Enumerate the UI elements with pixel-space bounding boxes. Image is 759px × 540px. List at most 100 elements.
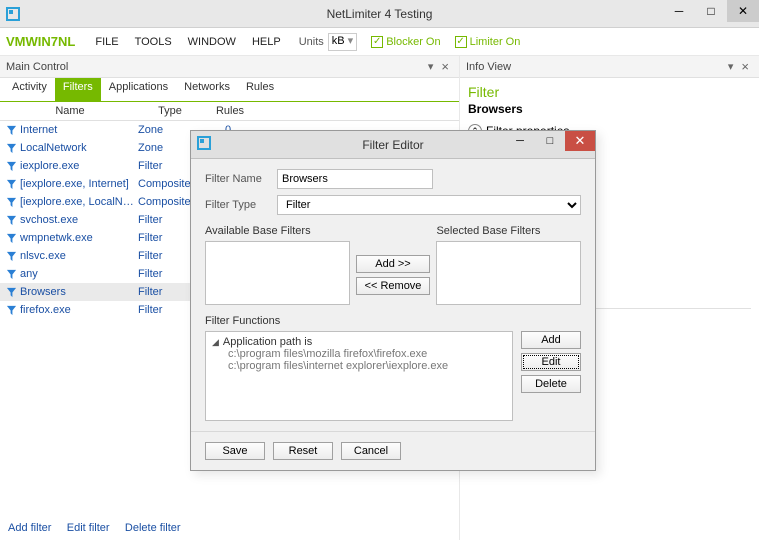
cancel-button[interactable]: Cancel <box>341 442 401 460</box>
row-type: Zone <box>138 142 198 154</box>
row-name: [iexplore.exe, Internet] <box>18 178 138 190</box>
funnel-icon <box>4 160 18 172</box>
filter-editor-dialog: Filter Editor ─ □ ✕ Filter Name Filter T… <box>190 130 596 471</box>
pane-header: Info View ▾ × <box>460 56 759 78</box>
funnel-icon <box>4 286 18 298</box>
triangle-icon: ◢ <box>212 337 219 348</box>
app-icon <box>6 7 20 21</box>
pane-title: Info View <box>466 61 511 73</box>
row-name: nlsvc.exe <box>18 250 138 262</box>
tab-networks[interactable]: Networks <box>176 78 238 101</box>
row-type: Filter <box>138 250 198 262</box>
funnel-icon <box>4 142 18 154</box>
close-pane-icon[interactable]: × <box>737 59 753 74</box>
edit-function-button[interactable]: Edit <box>521 353 581 371</box>
tree-path[interactable]: c:\program files\mozilla firefox\firefox… <box>212 348 506 360</box>
tab-strip: Activity Filters Applications Networks R… <box>0 78 459 102</box>
pin-icon[interactable]: ▾ <box>424 60 438 73</box>
dialog-titlebar[interactable]: Filter Editor ─ □ ✕ <box>191 131 595 159</box>
col-type[interactable]: Type <box>140 102 200 120</box>
minimize-button[interactable]: ─ <box>663 0 695 22</box>
maximize-button[interactable]: □ <box>695 0 727 22</box>
filter-name-label: Filter Name <box>205 173 277 185</box>
filter-functions-tree[interactable]: ◢Application path is c:\program files\mo… <box>205 331 513 421</box>
row-name: LocalNetwork <box>18 142 138 154</box>
tree-node[interactable]: ◢Application path is <box>212 336 506 348</box>
funnel-icon <box>4 196 18 208</box>
funnel-icon <box>4 304 18 316</box>
add-function-button[interactable]: Add <box>521 331 581 349</box>
delete-function-button[interactable]: Delete <box>521 375 581 393</box>
tab-filters[interactable]: Filters <box>55 78 101 101</box>
funnel-icon <box>4 178 18 190</box>
selected-filters-label: Selected Base Filters <box>436 225 581 237</box>
row-type: Filter <box>138 304 198 316</box>
grid-header: Name Type Rules <box>0 102 459 121</box>
close-pane-icon[interactable]: × <box>437 59 453 74</box>
info-heading: Filter <box>460 78 759 102</box>
blocker-toggle[interactable]: Blocker On <box>371 36 440 48</box>
row-name: [iexplore.exe, LocalNet… <box>18 196 138 208</box>
selected-filters-list[interactable] <box>436 241 581 305</box>
limiter-toggle[interactable]: Limiter On <box>455 36 521 48</box>
row-type: Filter <box>138 268 198 280</box>
row-type: Filter <box>138 214 198 226</box>
window-title: NetLimiter 4 Testing <box>327 7 433 21</box>
available-filters-list[interactable] <box>205 241 350 305</box>
units-select[interactable]: kB ▾ <box>328 33 357 51</box>
add-filter-link[interactable]: Add filter <box>8 522 51 534</box>
row-type: Zone <box>138 124 198 136</box>
row-name: iexplore.exe <box>18 160 138 172</box>
checkbox-icon <box>371 36 383 48</box>
footer-actions: Add filter Edit filter Delete filter <box>0 514 459 540</box>
row-name: any <box>18 268 138 280</box>
maximize-button[interactable]: □ <box>535 131 565 151</box>
tab-activity[interactable]: Activity <box>4 78 55 101</box>
funnel-icon <box>4 268 18 280</box>
row-name: svchost.exe <box>18 214 138 226</box>
available-filters-label: Available Base Filters <box>205 225 350 237</box>
funnel-icon <box>4 214 18 226</box>
save-button[interactable]: Save <box>205 442 265 460</box>
filter-name-input[interactable] <box>277 169 433 189</box>
row-name: Browsers <box>18 286 138 298</box>
col-name[interactable]: Name <box>0 102 140 120</box>
funnel-icon <box>4 250 18 262</box>
edit-filter-link[interactable]: Edit filter <box>67 522 110 534</box>
filter-type-select[interactable]: Filter <box>277 195 581 215</box>
row-type: Composite <box>138 196 198 208</box>
row-type: Composite <box>138 178 198 190</box>
menu-tools[interactable]: TOOLS <box>129 34 178 50</box>
filter-functions-label: Filter Functions <box>205 315 581 327</box>
row-name: Internet <box>18 124 138 136</box>
funnel-icon <box>4 232 18 244</box>
tab-applications[interactable]: Applications <box>101 78 176 101</box>
minimize-button[interactable]: ─ <box>505 131 535 151</box>
tab-rules[interactable]: Rules <box>238 78 282 101</box>
menu-window[interactable]: WINDOW <box>182 34 242 50</box>
row-type: Filter <box>138 160 198 172</box>
pane-title: Main Control <box>6 61 68 73</box>
row-type: Filter <box>138 286 198 298</box>
row-name: wmpnetwk.exe <box>18 232 138 244</box>
funnel-icon <box>4 124 18 136</box>
titlebar: NetLimiter 4 Testing ─ □ ✕ <box>0 0 759 28</box>
app-icon <box>197 136 211 153</box>
remove-base-button[interactable]: << Remove <box>356 277 431 295</box>
pane-header: Main Control ▾ × <box>0 56 459 78</box>
host-label: VMWIN7NL <box>6 34 75 49</box>
pin-icon[interactable]: ▾ <box>724 60 738 73</box>
reset-button[interactable]: Reset <box>273 442 333 460</box>
row-type: Filter <box>138 232 198 244</box>
delete-filter-link[interactable]: Delete filter <box>125 522 181 534</box>
close-button[interactable]: ✕ <box>565 131 595 151</box>
col-rules[interactable]: Rules <box>200 102 260 120</box>
menu-help[interactable]: HELP <box>246 34 287 50</box>
add-base-button[interactable]: Add >> <box>356 255 431 273</box>
close-button[interactable]: ✕ <box>727 0 759 22</box>
tree-path[interactable]: c:\program files\internet explorer\iexpl… <box>212 360 506 372</box>
menu-file[interactable]: FILE <box>89 34 124 50</box>
menubar: VMWIN7NL FILE TOOLS WINDOW HELP Units kB… <box>0 28 759 56</box>
row-name: firefox.exe <box>18 304 138 316</box>
window-controls: ─ □ ✕ <box>663 0 759 28</box>
